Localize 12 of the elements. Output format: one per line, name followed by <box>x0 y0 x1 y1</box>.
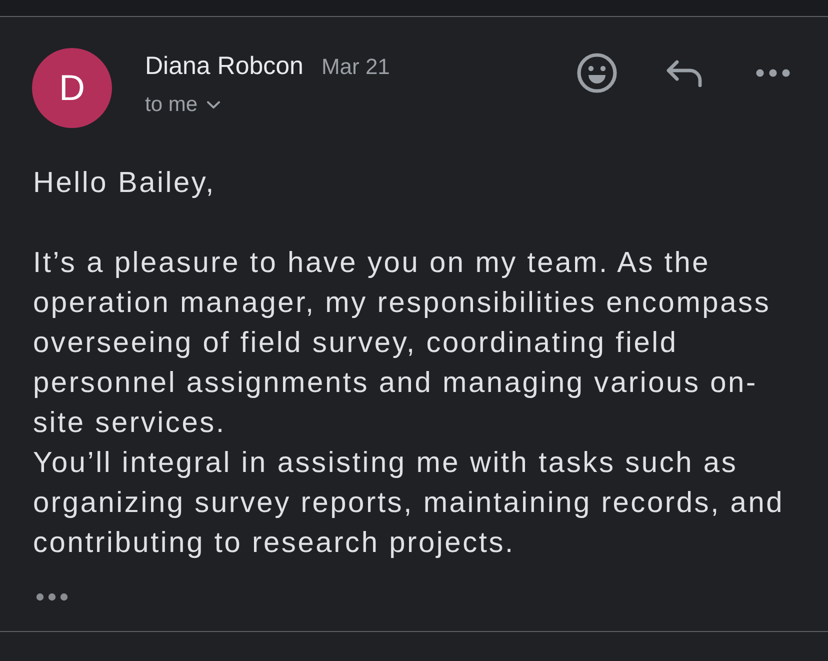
smiley-icon[interactable] <box>577 53 617 93</box>
recipients-button[interactable]: to me <box>145 93 220 117</box>
reply-icon[interactable] <box>666 60 703 86</box>
body-paragraph: You’ll integral in assisting me with tasks such as organizing survey reports, maintaining records, and contributing to research projects. <box>33 446 786 561</box>
ellipsis-icon[interactable] <box>36 593 68 601</box>
sender-name: Diana Robcon <box>145 52 304 81</box>
chevron-down-icon <box>206 101 220 109</box>
body-paragraph: It’s a pleasure to have you on my team. As the operation manager, my responsibilities encompass overseeing of field survey, coordinating field personnel assignments and managing various on-site services. <box>33 246 772 441</box>
message-date: Mar 21 <box>321 54 390 80</box>
avatar: D <box>32 48 112 128</box>
greeting-text: Hello Bailey, <box>33 166 216 201</box>
more-icon[interactable] <box>756 69 790 77</box>
